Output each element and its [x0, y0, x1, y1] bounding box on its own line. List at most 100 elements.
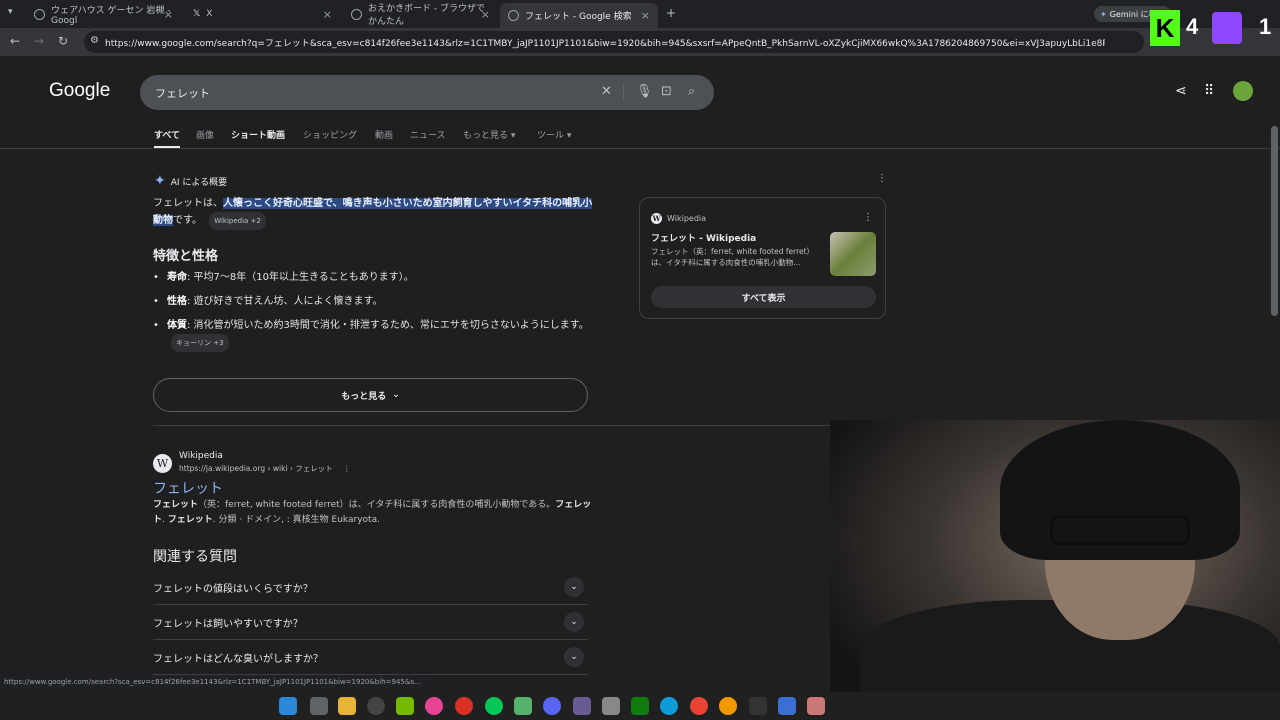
browser-tab-2[interactable]: 𝕏 X ×	[185, 3, 340, 25]
related-question[interactable]: フェレットはどんな臭いがしますか？ ⌄	[153, 640, 588, 675]
edge-icon[interactable]	[660, 697, 678, 715]
tab-short-videos[interactable]: ショート動画	[231, 128, 285, 141]
card-thumbnail[interactable]	[830, 232, 876, 276]
snippet-bold: フェレット	[167, 515, 213, 525]
twitch-logo-icon	[1212, 12, 1242, 44]
search-input[interactable]: フェレット	[155, 85, 210, 101]
app-icon[interactable]	[573, 697, 591, 715]
tab-all[interactable]: すべて	[154, 128, 181, 148]
start-icon[interactable]	[279, 697, 297, 715]
task-view-icon[interactable]	[310, 697, 328, 715]
browser-tab-1[interactable]: ウェアハウス ゲーセン 岩槻 - Googl ×	[26, 3, 181, 26]
close-icon[interactable]: ×	[481, 8, 490, 21]
back-icon[interactable]: ←	[10, 34, 20, 48]
new-tab-button[interactable]: +	[666, 6, 676, 20]
result-url: https://ja.wikipedia.org › wiki › フェレット …	[179, 463, 351, 474]
folder-icon[interactable]	[338, 697, 356, 715]
result-title[interactable]: フェレット	[153, 478, 223, 498]
bullet-text: : 遊び好きで甘えん坊、人によく懐きます。	[187, 296, 383, 307]
source-chip[interactable]: キョーリン +3	[171, 334, 229, 352]
section-title: 特徴と性格	[153, 249, 219, 264]
more-vert-icon[interactable]: ⋮	[877, 173, 887, 184]
microphone-icon[interactable]: 🎙	[636, 84, 653, 99]
site-info-icon[interactable]: ⚙	[90, 35, 99, 46]
xbox-icon[interactable]	[631, 697, 649, 715]
line-icon[interactable]	[485, 697, 503, 715]
tab-shopping[interactable]: ショッピング	[303, 128, 357, 141]
chrome-icon[interactable]	[690, 697, 708, 715]
google-icon	[508, 10, 519, 21]
browser-tab-3[interactable]: おえかきボード - ブラウザでかんたん ×	[343, 3, 498, 27]
google-logo[interactable]: Google	[49, 80, 110, 102]
tab-images[interactable]: 画像	[196, 128, 214, 141]
more-vert-icon[interactable]: ⋮	[863, 212, 873, 223]
app-icon[interactable]	[425, 697, 443, 715]
divider	[153, 425, 887, 426]
reload-icon[interactable]: ↻	[58, 34, 68, 48]
bullet-term: 性格	[167, 296, 187, 307]
snippet-text: . 分類 · ドメイン, : 真核生物 Eukaryota.	[212, 515, 380, 525]
close-icon[interactable]: ×	[164, 8, 173, 21]
app-icon[interactable]	[749, 697, 767, 715]
related-question[interactable]: フェレットの値段はいくらですか？ ⌄	[153, 570, 588, 605]
tab-title: ウェアハウス ゲーセン 岩槻 - Googl	[51, 5, 171, 26]
tab-list-icon[interactable]: ▾	[8, 7, 13, 17]
chevron-down-icon[interactable]: ⌄	[564, 612, 584, 632]
more-vert-icon[interactable]: ⋮	[343, 464, 351, 473]
record-icon[interactable]	[455, 697, 473, 715]
globe-icon	[351, 8, 362, 20]
snippet-bold: フェレット	[153, 500, 199, 510]
result-snippet: フェレット（英：ferret, white footed ferret）は、イタ…	[153, 498, 593, 528]
lens-icon[interactable]: ⊡	[661, 84, 672, 99]
omnibox[interactable]: ⚙ https://www.google.com/search?q=フェレット&…	[84, 31, 1144, 53]
taskbar	[0, 692, 1280, 720]
card-title[interactable]: フェレット - Wikipedia	[651, 231, 756, 244]
card-description: フェレット（英：ferret, white footed ferret）は、イタ…	[651, 247, 815, 267]
source-chip[interactable]: Wikipedia +2	[209, 212, 266, 230]
related-questions-heading: 関連する質問	[153, 549, 237, 565]
bullet-text: : 消化管が短いため約3時間で消化・排泄するため、常にエサを切らさないようにしま…	[187, 320, 589, 331]
chevron-down-icon[interactable]: ⌄	[564, 577, 584, 597]
source-card: W Wikipedia ⋮ フェレット - Wikipedia フェレット（英：f…	[639, 197, 886, 319]
chevron-down-icon[interactable]: ⌄	[564, 647, 584, 667]
question-text: フェレットは飼いやすいですか？	[153, 619, 303, 630]
tab-title: おえかきボード - ブラウザでかんたん	[368, 4, 485, 27]
app-icon[interactable]	[719, 697, 737, 715]
forward-icon[interactable]: →	[34, 34, 44, 48]
card-source-name: Wikipedia	[667, 214, 707, 223]
show-more-button[interactable]: もっと見る ⌄	[153, 378, 588, 412]
close-icon[interactable]: ×	[323, 8, 332, 21]
search-box[interactable]: フェレット ✕ 🎙 ⊡ ⌕	[140, 75, 714, 110]
discord-icon[interactable]	[543, 697, 561, 715]
nvidia-icon[interactable]	[396, 697, 414, 715]
tab-videos[interactable]: 動画	[375, 128, 393, 141]
question-text: フェレットはどんな臭いがしますか？	[153, 654, 323, 665]
app-icon[interactable]	[514, 697, 532, 715]
intro-end: です。	[173, 215, 202, 226]
list-item: 体質: 消化管が短いため約3時間で消化・排泄するため、常にエサを切らさないように…	[153, 318, 593, 352]
avatar[interactable]	[1233, 81, 1253, 101]
tab-more[interactable]: もっと見る ▾	[463, 128, 515, 141]
kick-logo-icon: K	[1150, 10, 1180, 46]
sparkle-icon: ✦	[154, 173, 166, 189]
share-icon[interactable]: ⋖	[1175, 83, 1187, 99]
tab-news[interactable]: ニュース	[410, 128, 446, 141]
clear-icon[interactable]: ✕	[601, 84, 612, 99]
url-text[interactable]: https://www.google.com/search?q=フェレット&sc…	[105, 36, 1105, 49]
browser-tab-4[interactable]: フェレット - Google 検索 ×	[500, 3, 658, 28]
app-icon[interactable]	[778, 697, 796, 715]
app-icon[interactable]	[367, 697, 385, 715]
app-icon[interactable]	[602, 697, 620, 715]
scrollbar[interactable]	[1271, 126, 1278, 316]
x-icon: 𝕏	[193, 9, 201, 19]
show-all-button[interactable]: すべて表示	[651, 286, 876, 308]
app-icon[interactable]	[807, 697, 825, 715]
result-source[interactable]: W Wikipedia https://ja.wikipedia.org › w…	[153, 451, 351, 474]
related-question[interactable]: フェレットは飼いやすいですか？ ⌄	[153, 605, 588, 640]
twitch-viewer-count: 1	[1259, 14, 1272, 39]
search-tabs: すべて 画像 ショート動画 ショッピング 動画 ニュース もっと見る ▾ ツール…	[0, 127, 1280, 149]
tab-tools[interactable]: ツール ▾	[537, 128, 571, 141]
apps-grid-icon[interactable]: ⠿	[1204, 83, 1214, 99]
search-icon[interactable]: ⌕	[688, 84, 695, 99]
close-icon[interactable]: ×	[641, 9, 650, 22]
